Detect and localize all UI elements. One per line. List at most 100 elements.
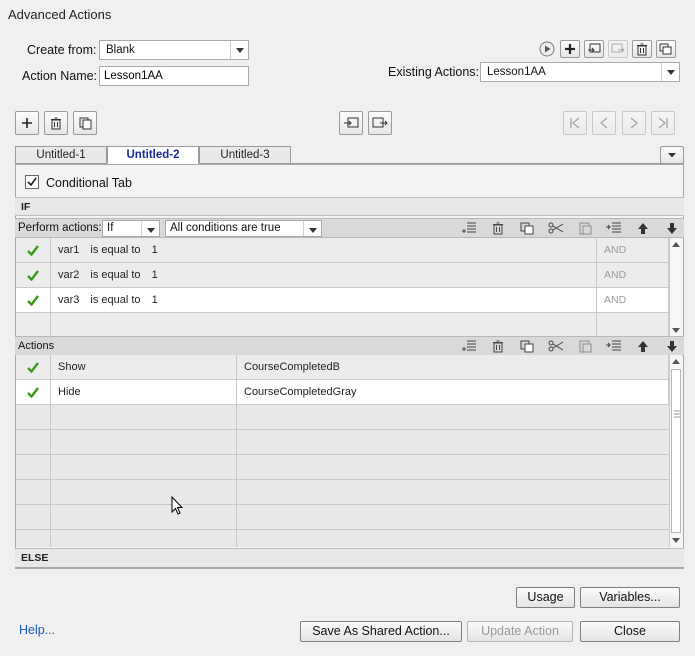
existing-actions-select[interactable]: Lesson1AA [480,62,680,82]
condition-row-empty[interactable] [16,313,669,338]
action-row-empty[interactable] [16,430,669,455]
if-section-header: IF [15,197,684,216]
mouse-cursor-icon [171,496,184,515]
condition-variable: var1 [58,244,80,256]
cut-icon[interactable] [547,219,565,237]
scroll-up-icon[interactable] [672,359,680,364]
perform-actions-label: Perform actions: [18,222,102,234]
scroll-thumb[interactable] [671,369,681,533]
action-target: CourseCompletedGray [237,380,669,404]
condition-logic-select[interactable]: All conditions are true [165,220,322,237]
export-tab-button[interactable] [368,111,392,135]
empty-cell [16,505,51,529]
create-from-value: Blank [106,44,135,56]
empty-cell [597,313,669,337]
copy-tab-button[interactable] [73,111,97,135]
last-tab-button[interactable] [651,111,675,135]
conditional-tab-checkbox[interactable] [25,175,39,189]
action-command: Hide [51,380,237,404]
conditions-toolbar-icons [460,219,681,237]
empty-cell [51,455,237,479]
scroll-down-icon[interactable] [672,538,680,543]
delete-tab-button[interactable] [44,111,68,135]
close-button[interactable]: Close [580,621,680,642]
scroll-up-icon[interactable] [672,242,680,247]
copy-row-icon[interactable] [518,337,536,355]
action-row-empty[interactable] [16,405,669,430]
empty-cell [16,480,51,504]
action-row[interactable]: Hide CourseCompletedGray [16,380,669,405]
action-row-empty[interactable] [16,480,669,505]
create-from-select[interactable]: Blank [99,40,249,60]
conditions-scrollbar[interactable] [669,238,682,337]
insert-row-icon[interactable] [460,337,478,355]
paste-icon[interactable] [576,219,594,237]
check-icon [16,355,51,379]
action-name-input[interactable] [99,66,249,86]
help-link[interactable]: Help... [19,623,55,637]
condition-variable: var2 [58,269,80,281]
first-tab-button[interactable] [563,111,587,135]
condition-operator: is equal to [90,269,141,281]
tab-untitled-3[interactable]: Untitled-3 [199,146,291,164]
action-row-empty[interactable] [16,530,669,547]
scroll-down-icon[interactable] [672,328,680,333]
condition-operator: is equal to [90,244,141,256]
import-tab-button[interactable] [339,111,363,135]
grip-icon [674,410,680,418]
import-icon[interactable] [584,40,604,58]
delete-row-icon[interactable] [489,337,507,355]
action-row-empty[interactable] [16,505,669,530]
action-command: Show [51,355,237,379]
export-icon[interactable] [608,40,628,58]
move-up-icon[interactable] [634,219,652,237]
cut-icon[interactable] [547,337,565,355]
next-tab-button[interactable] [622,111,646,135]
condition-row[interactable]: var1 is equal to 1 AND [16,238,669,263]
copy-row-icon[interactable] [518,219,536,237]
delete-row-icon[interactable] [489,219,507,237]
paste-icon[interactable] [576,337,594,355]
action-row-empty[interactable] [16,455,669,480]
action-row[interactable]: Show CourseCompletedB [16,355,669,380]
empty-cell [51,313,597,337]
move-up-icon[interactable] [634,337,652,355]
tabs-menu-button[interactable] [660,146,684,164]
insert-below-icon[interactable] [605,219,623,237]
add-action-icon[interactable] [560,40,580,58]
play-icon[interactable] [538,40,556,58]
add-tab-button[interactable] [15,111,39,135]
condition-logic-value: All conditions are true [170,222,281,234]
create-from-label: Create from: [27,43,97,57]
action-target: CourseCompletedB [237,355,669,379]
chevron-down-icon [230,41,248,59]
perform-mode-select[interactable]: If [102,220,160,237]
tab-untitled-1[interactable]: Untitled-1 [15,146,107,164]
empty-cell [16,455,51,479]
check-icon [16,263,51,287]
condition-variable: var3 [58,294,80,306]
existing-actions-label: Existing Actions: [388,65,480,79]
empty-cell [16,530,51,547]
actions-scrollbar[interactable] [669,355,682,547]
check-icon [16,238,51,262]
prev-tab-button[interactable] [592,111,616,135]
insert-row-icon[interactable] [460,219,478,237]
move-down-icon[interactable] [663,219,681,237]
insert-below-icon[interactable] [605,337,623,355]
chevron-down-icon [303,221,321,236]
tab-untitled-2[interactable]: Untitled-2 [107,146,199,164]
chevron-down-icon [661,63,679,81]
update-action-button[interactable]: Update Action [467,621,573,642]
move-down-icon[interactable] [663,337,681,355]
duplicate-icon[interactable] [656,40,676,58]
save-as-shared-action-button[interactable]: Save As Shared Action... [300,621,462,642]
trash-icon[interactable] [632,40,652,58]
usage-button[interactable]: Usage [516,587,575,608]
condition-row[interactable]: var3 is equal to 1 AND [16,288,669,313]
conditional-tab-label: Conditional Tab [46,176,132,190]
variables-button[interactable]: Variables... [580,587,680,608]
check-icon [16,380,51,404]
empty-cell [51,480,237,504]
condition-row[interactable]: var2 is equal to 1 AND [16,263,669,288]
